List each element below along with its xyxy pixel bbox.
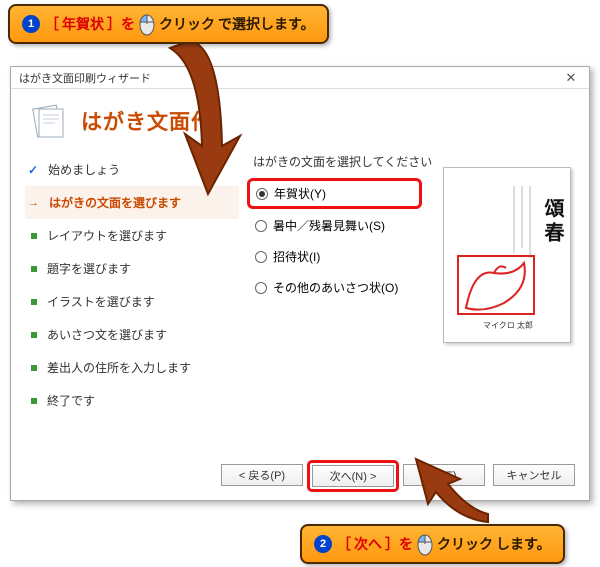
mouse-icon	[416, 532, 434, 556]
callout-target: 年賀状	[62, 14, 104, 34]
bracket-open: ［	[45, 14, 59, 34]
radio-other[interactable]	[255, 282, 267, 294]
bracket-close: ］を	[107, 14, 135, 34]
radio-label: その他のあいさつ状(O)	[273, 279, 398, 296]
bullet-icon	[31, 299, 37, 305]
wizard-step: 終了です	[25, 384, 239, 417]
preview-sender: マイクロ 太郎	[483, 320, 533, 330]
wizard-step-current: → はがきの文面を選びます	[25, 186, 239, 219]
bullet-icon	[31, 233, 37, 239]
cancel-button[interactable]: キャンセル	[493, 464, 575, 486]
bullet-icon	[31, 332, 37, 338]
wizard-header: はがき文面作	[11, 89, 589, 145]
step-label: あいさつ文を選びます	[47, 326, 167, 343]
bullet-icon	[31, 365, 37, 371]
svg-text:春: 春	[541, 221, 565, 243]
wizard-step: レイアウトを選びます	[25, 219, 239, 252]
wizard-heading: はがき文面作	[81, 106, 213, 136]
radio-shochu[interactable]	[255, 220, 267, 232]
bullet-icon	[31, 398, 37, 404]
document-icon	[29, 103, 69, 139]
radio-nenga[interactable]	[256, 188, 268, 200]
radio-invite[interactable]	[255, 251, 267, 263]
highlight-box: 年賀状(Y)	[247, 178, 422, 209]
callout-target: 次へ	[354, 534, 382, 554]
postcard-preview: 頌 春 マイクロ 太郎	[443, 167, 571, 343]
wizard-dialog: はがき文面印刷ウィザード ✕ はがき文面作 ✓ 始めましょう → はがきの文面を…	[10, 66, 590, 501]
wizard-footer: < 戻る(P) 次へ(N) > 了(F) キャンセル	[221, 464, 575, 488]
step-label: 題字を選びます	[47, 260, 131, 277]
bracket-open: ［	[337, 534, 351, 554]
preview-title: 頌	[541, 198, 565, 219]
callout-action: クリック	[159, 14, 215, 34]
callout-action: クリック	[437, 534, 493, 554]
radio-option[interactable]: その他のあいさつ状(O)	[255, 279, 425, 296]
instruction-callout-2: 2 ［ 次へ ］を クリック します。	[300, 524, 565, 564]
back-button[interactable]: < 戻る(P)	[221, 464, 303, 486]
window-title: はがき文面印刷ウィザード	[19, 70, 557, 86]
step-number-badge: 1	[22, 15, 40, 33]
arrow-right-icon: →	[28, 197, 39, 209]
step-label: 終了です	[47, 392, 95, 409]
highlight-box: 次へ(N) >	[307, 460, 399, 492]
step-number-badge: 2	[314, 535, 332, 553]
step-label: 差出人の住所を入力します	[47, 359, 191, 376]
callout-tail: します。	[496, 534, 551, 554]
step-label: イラストを選びます	[47, 293, 155, 310]
radio-label: 年賀状(Y)	[274, 185, 326, 202]
close-button[interactable]: ✕	[557, 70, 585, 86]
checkmark-icon: ✓	[28, 163, 38, 177]
wizard-step: イラストを選びます	[25, 285, 239, 318]
wizard-step: 題字を選びます	[25, 252, 239, 285]
next-button[interactable]: 次へ(N) >	[312, 465, 394, 487]
radio-option[interactable]: 招待状(I)	[255, 248, 425, 265]
radio-group: 年賀状(Y) 暑中／残暑見舞い(S) 招待状(I) その他のあいさつ状(O)	[255, 184, 425, 296]
instruction-callout-1: 1 ［ 年賀状 ］を クリック で選択します。	[8, 4, 329, 44]
wizard-step: 差出人の住所を入力します	[25, 351, 239, 384]
titlebar: はがき文面印刷ウィザード ✕	[11, 67, 589, 89]
step-label: レイアウトを選びます	[47, 227, 167, 244]
wizard-step: ✓ 始めましょう	[25, 153, 239, 186]
radio-label: 招待状(I)	[273, 248, 320, 265]
radio-option[interactable]: 暑中／残暑見舞い(S)	[255, 217, 425, 234]
wizard-content-pane: はがきの文面を選択してください 年賀状(Y) 暑中／残暑見舞い(S) 招待状(I…	[239, 153, 575, 417]
bracket-close: ］を	[385, 534, 413, 554]
wizard-step: あいさつ文を選びます	[25, 318, 239, 351]
finish-button[interactable]: 了(F)	[403, 464, 485, 486]
mouse-icon	[138, 12, 156, 36]
radio-label: 暑中／残暑見舞い(S)	[273, 217, 385, 234]
step-label: 始めましょう	[48, 161, 120, 178]
wizard-steps-list: ✓ 始めましょう → はがきの文面を選びます レイアウトを選びます 題字を選びま…	[25, 153, 239, 417]
callout-tail: で選択します。	[218, 14, 315, 34]
bullet-icon	[31, 266, 37, 272]
step-label: はがきの文面を選びます	[49, 194, 181, 211]
